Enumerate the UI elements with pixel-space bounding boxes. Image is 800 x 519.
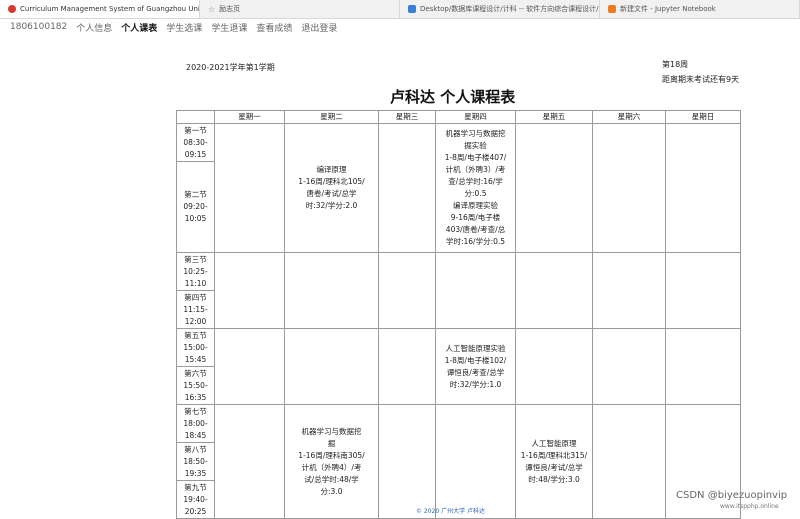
slot-empty bbox=[378, 123, 436, 253]
student-id: 1806100182 bbox=[10, 22, 68, 32]
slot-empty bbox=[378, 404, 436, 519]
slot-empty bbox=[515, 252, 593, 329]
slot-empty bbox=[665, 328, 741, 405]
course-cell: 编译原理 1-16周/理科北105/ 唐卷/考试/总学 时:32/学分:2.0 bbox=[284, 123, 379, 253]
page-title: 卢科达 个人课程表 bbox=[390, 88, 516, 106]
slot-empty bbox=[665, 123, 741, 253]
day-header: 星期一 bbox=[214, 110, 285, 124]
tab-inspiration[interactable]: ☆ 励志页 bbox=[200, 0, 400, 18]
nav-course-drop[interactable]: 学生退课 bbox=[211, 21, 247, 34]
period-label: 第八节 18:50- 19:35 bbox=[176, 442, 215, 481]
slot-empty bbox=[284, 328, 379, 405]
course-cell: 机器学习与数据挖掘 1-16周/理科南305/计机（外聘4）/考 试/总学时:4… bbox=[284, 404, 379, 519]
slot-empty bbox=[435, 252, 516, 329]
nav-personal-info[interactable]: 个人信息 bbox=[76, 21, 112, 34]
slot-empty bbox=[435, 404, 516, 519]
timetable: 星期一 星期二 星期三 星期四 星期五 星期六 星期日 第一节 08:30- 09:… bbox=[176, 110, 741, 519]
slot-empty bbox=[284, 252, 379, 329]
corner-cell bbox=[176, 110, 215, 124]
folder-icon bbox=[408, 5, 416, 13]
slot-empty bbox=[214, 404, 285, 519]
period-label: 第六节 15:50- 16:35 bbox=[176, 366, 215, 405]
tab-course-system[interactable]: Curriculum Management System of Guangzho… bbox=[0, 0, 200, 18]
nav-logout[interactable]: 退出登录 bbox=[301, 21, 337, 34]
jupyter-icon bbox=[608, 5, 616, 13]
slot-empty bbox=[665, 404, 741, 519]
day-header: 星期五 bbox=[515, 110, 593, 124]
day-header: 星期日 bbox=[665, 110, 741, 124]
university-icon bbox=[8, 5, 16, 13]
slot-empty bbox=[214, 123, 285, 253]
table-header-row: 星期一 星期二 星期三 星期四 星期五 星期六 星期日 bbox=[176, 110, 741, 124]
slot-empty bbox=[515, 123, 593, 253]
table-row: 第五节 15:00- 15:45 人工智能原理实验 1-8周/电子楼102/ 谭恒良/… bbox=[176, 328, 741, 405]
site-nav: 1806100182 个人信息 个人课表 学生选课 学生退课 查看成绩 退出登录 bbox=[10, 19, 337, 35]
tab-label: Desktop/数据库课程设计/计科 -- 软件方向综合课程设计/ bbox=[420, 5, 599, 13]
exam-countdown: 距离期末考试还有9天 bbox=[662, 75, 740, 84]
period-label: 第三节 10:25- 11:10 bbox=[176, 252, 215, 291]
day-header: 星期六 bbox=[592, 110, 666, 124]
nav-personal-schedule[interactable]: 个人课表 bbox=[121, 21, 157, 34]
page-footer: © 2020 广州大学 卢科达 bbox=[416, 508, 485, 515]
slot-empty bbox=[665, 252, 741, 329]
period-label: 第五节 15:00- 15:45 bbox=[176, 328, 215, 367]
tab-label: 励志页 bbox=[219, 5, 241, 13]
course-cell: 人工智能原理 1-16周/理科北315/ 谭恒良/考试/总学 时:48/学分:3.0 bbox=[515, 404, 593, 519]
course-cell: 人工智能原理实验 1-8周/电子楼102/ 谭恒良/考查/总学 时:32/学分:1.… bbox=[435, 328, 516, 405]
period-label: 第四节 11:15- 12:00 bbox=[176, 290, 215, 329]
slot-empty bbox=[515, 328, 593, 405]
day-header: 星期四 bbox=[435, 110, 516, 124]
period-label: 第七节 18:00- 18:45 bbox=[176, 404, 215, 443]
slot-empty bbox=[592, 328, 666, 405]
nav-course-selection[interactable]: 学生选课 bbox=[166, 21, 202, 34]
nav-view-grades[interactable]: 查看成绩 bbox=[256, 21, 292, 34]
table-row: 第七节 18:00- 18:45 机器学习与数据挖掘 1-16周/理科南305/计机… bbox=[176, 404, 741, 519]
slot-empty bbox=[592, 404, 666, 519]
slot-empty bbox=[214, 252, 285, 329]
current-week: 第18周 bbox=[662, 60, 689, 69]
browser-tab-bar: Curriculum Management System of Guangzho… bbox=[0, 0, 800, 19]
period-label: 第一节 08:30- 09:15 bbox=[176, 123, 215, 162]
table-row: 第一节 08:30- 09:15 编译原理 1-16周/理科北105/ 唐卷/考试/总… bbox=[176, 123, 741, 253]
term-label: 2020-2021学年第1学期 bbox=[186, 63, 275, 72]
table-row: 第三节 10:25- 11:10 bbox=[176, 252, 741, 329]
watermark: CSDN @biyezuopinvip bbox=[676, 490, 788, 501]
tab-jupyter[interactable]: 新建文件 - Jupyter Notebook bbox=[600, 0, 800, 18]
slot-empty bbox=[592, 123, 666, 253]
tab-label: Curriculum Management System of Guangzho… bbox=[20, 5, 200, 13]
period-label: 第二节 09:20- 10:05 bbox=[176, 161, 215, 253]
tab-label: 新建文件 - Jupyter Notebook bbox=[620, 5, 716, 13]
period-label: 第九节 19:40- 20:25 bbox=[176, 480, 215, 519]
watermark-url: www.itspphp.online bbox=[720, 503, 779, 510]
slot-empty bbox=[378, 252, 436, 329]
slot-empty bbox=[214, 328, 285, 405]
star-icon: ☆ bbox=[208, 4, 216, 14]
day-header: 星期三 bbox=[378, 110, 436, 124]
slot-empty bbox=[592, 252, 666, 329]
day-header: 星期二 bbox=[284, 110, 379, 124]
course-cell: 机器学习与数据挖 掘实验 1-8周/电子楼407/计机（外聘3）/考 查/总学时:… bbox=[435, 123, 516, 253]
slot-empty bbox=[378, 328, 436, 405]
tab-desktop-folder[interactable]: Desktop/数据库课程设计/计科 -- 软件方向综合课程设计/ bbox=[400, 0, 600, 18]
